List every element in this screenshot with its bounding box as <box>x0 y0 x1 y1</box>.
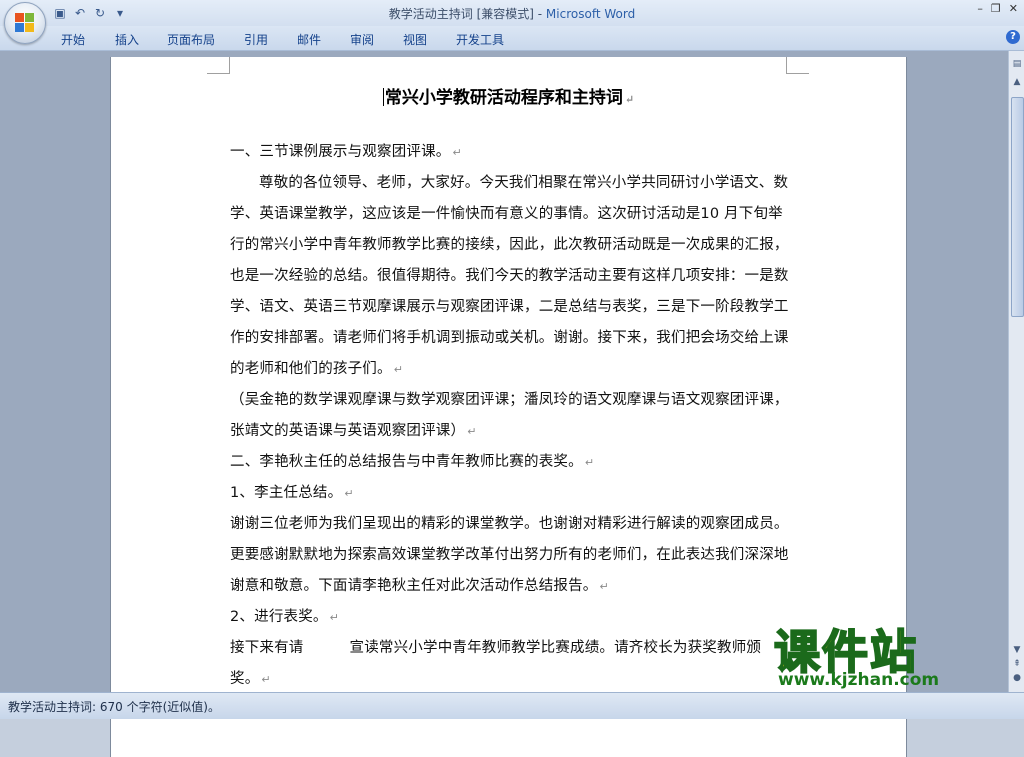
paragraph-mark-icon: ↵ <box>344 487 354 500</box>
restore-icon[interactable]: ❐ <box>991 2 1001 15</box>
title-bar: ▣ ↶ ↻ ▾ 教学活动主持词 [兼容模式] - Microsoft Word … <box>0 0 1024 44</box>
window-title-app: Microsoft Word <box>545 7 636 21</box>
paragraph-mark-icon: ↵ <box>584 456 595 469</box>
paragraph-mark-icon: ↵ <box>452 146 462 159</box>
word-count-status[interactable]: 教学活动主持词: 670 个字符(近似值)。 <box>8 698 220 715</box>
paragraph-mark-icon: ↵ <box>261 673 271 686</box>
tab-view[interactable]: 视图 <box>403 31 427 48</box>
ribbon-tabs: 开始 插入 页面布局 引用 邮件 审阅 视图 开发工具 ? <box>0 26 1024 51</box>
paragraph: 接下来有请 宣读常兴小学中青年教师教学比赛成绩。请齐校长为获奖教师颁奖。 ↵ <box>230 640 762 687</box>
scroll-thumb[interactable] <box>1011 97 1024 317</box>
tab-review[interactable]: 审阅 <box>350 31 374 48</box>
help-icon[interactable]: ? <box>1006 30 1020 44</box>
paragraph-mark-icon: ↵ <box>599 580 609 593</box>
crop-mark-top-right <box>786 57 809 74</box>
section-heading: 一、三节课例展示与观察团评课。 ↵ <box>230 144 462 160</box>
paragraph-mark-icon: ↵ <box>329 611 340 624</box>
watermark-url: www.kjzhan.com <box>778 670 940 690</box>
paragraph-mark-icon: ↵ <box>467 425 477 438</box>
paragraph: （吴金艳的数学课观摩课与数学观察团评课；潘凤玲的语文观摩课与语文观察团评课，张靖… <box>230 392 789 439</box>
ruler-toggle-icon[interactable]: ▤ <box>1010 57 1024 71</box>
office-logo-icon <box>15 13 35 33</box>
select-browse-object-icon[interactable]: ● <box>1010 671 1024 685</box>
tab-mailings[interactable]: 邮件 <box>297 31 321 48</box>
paragraph-mark-icon: ↵ <box>624 93 635 106</box>
close-icon[interactable]: ✕ <box>1009 2 1018 15</box>
tab-home[interactable]: 开始 <box>61 31 85 48</box>
status-bar: 教学活动主持词: 670 个字符(近似值)。 <box>0 692 1024 719</box>
text-cursor <box>382 88 384 106</box>
office-button[interactable] <box>4 2 46 44</box>
subsection-heading: 2、进行表奖。 ↵ <box>230 609 340 625</box>
paragraph: 尊敬的各位领导、老师，大家好。今天我们相聚在常兴小学共同研讨小学语文、数学、英语… <box>230 175 789 377</box>
tab-insert[interactable]: 插入 <box>115 31 139 48</box>
window-title: 教学活动主持词 [兼容模式] - Microsoft Word <box>0 5 1024 22</box>
document-body[interactable]: 一、三节课例展示与观察团评课。 ↵ 尊敬的各位领导、老师，大家好。今天我们相聚在常… <box>230 137 790 695</box>
scroll-down-icon[interactable]: ▼ <box>1010 643 1024 657</box>
paragraph: 谢谢三位老师为我们呈现出的精彩的课堂教学。也谢谢对精彩进行解读的观察团成员。更要… <box>230 516 789 594</box>
minimize-icon[interactable]: – <box>977 2 983 15</box>
document-area: 常兴小学教研活动程序和主持词 ↵ 一、三节课例展示与观察团评课。 ↵ 尊敬的各位领导… <box>0 51 1008 757</box>
subsection-heading: 1、李主任总结。 ↵ <box>230 485 354 501</box>
paragraph-mark-icon: ↵ <box>393 363 404 376</box>
watermark-logo: 课件站 www.kjzhan.com <box>772 616 1004 692</box>
section-heading: 二、李艳秋主任的总结报告与中青年教师比赛的表奖。 ↵ <box>230 454 595 470</box>
document-title: 常兴小学教研活动程序和主持词 ↵ <box>111 83 906 108</box>
window-controls: – ❐ ✕ <box>977 2 1018 15</box>
crop-mark-top-left <box>207 57 230 74</box>
document-title-text: 常兴小学教研活动程序和主持词 <box>384 88 623 108</box>
window-title-doc: 教学活动主持词 [兼容模式] - <box>388 7 546 21</box>
vertical-scrollbar[interactable]: ▤ ▲ ▼ ⇞ ● <box>1008 51 1024 692</box>
previous-page-icon[interactable]: ⇞ <box>1010 657 1024 671</box>
tab-developer[interactable]: 开发工具 <box>456 31 504 48</box>
tab-page-layout[interactable]: 页面布局 <box>167 31 215 48</box>
tab-references[interactable]: 引用 <box>244 31 268 48</box>
scroll-up-icon[interactable]: ▲ <box>1010 75 1024 89</box>
